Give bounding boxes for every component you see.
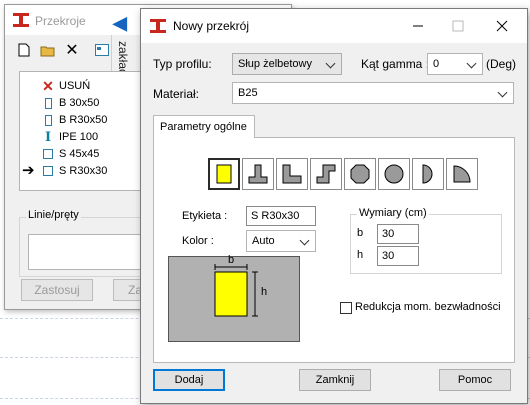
rectangle-shape-icon (216, 164, 232, 184)
shape-tee-button[interactable] (242, 158, 274, 190)
dimensions-group: Wymiary (cm) b 30 h 30 (350, 207, 502, 274)
list-item-label: S R30x30 (59, 165, 108, 177)
b-input-value: 30 (382, 228, 395, 240)
column-square-icon (42, 147, 54, 161)
h-input-value: 30 (382, 250, 395, 262)
column-square-icon (42, 164, 54, 178)
inertia-reduction-label: Redukcja mom. bezwładności (355, 301, 501, 313)
beam-rect-icon (42, 96, 54, 110)
chevron-down-icon (468, 60, 476, 68)
list-item[interactable]: I IPE 100 (42, 129, 98, 145)
delete-icon[interactable]: ✕ (63, 41, 81, 59)
shape-octagon-button[interactable] (344, 158, 376, 190)
octagon-shape-icon (350, 164, 370, 184)
list-item-label: B R30x50 (59, 114, 108, 126)
list-item-label: USUŃ (59, 80, 91, 92)
list-item[interactable]: B R30x50 (42, 112, 107, 128)
apply-button[interactable]: Zastosuj (21, 279, 93, 301)
general-parameters-panel: Etykieta : S R30x30 Kolor : Auto Wymiary… (153, 137, 515, 363)
half-circle-shape-icon (422, 164, 433, 184)
app-logo-icon (150, 19, 166, 33)
b-label: b (357, 227, 364, 239)
close-button[interactable]: Zamknij (299, 369, 371, 391)
inertia-reduction-checkbox[interactable] (340, 302, 352, 314)
open-folder-icon[interactable] (39, 41, 57, 59)
current-item-arrow-icon: ➔ (22, 162, 35, 179)
list-item[interactable]: S 45x45 (42, 146, 99, 162)
dialog-titlebar: Nowy przekrój (141, 9, 527, 43)
section-preview: b h (168, 254, 300, 342)
quarter-circle-shape-icon (453, 165, 471, 183)
label-input[interactable]: S R30x30 (246, 206, 316, 226)
color-caption: Kolor : (182, 235, 214, 247)
circle-shape-icon (384, 164, 404, 184)
material-select[interactable]: B25 (232, 82, 514, 104)
sections-window-title: Przekroje (35, 14, 86, 28)
profile-type-select[interactable]: Słup żelbetowy (232, 53, 342, 75)
list-item-label: B 30x50 (59, 97, 100, 109)
b-input[interactable]: 30 (377, 224, 419, 244)
chevron-down-icon (301, 237, 309, 245)
tee-shape-icon (248, 164, 268, 184)
tab-general-label: Parametry ogólne (160, 121, 247, 133)
gamma-unit: (Deg) (486, 57, 517, 71)
shape-half-circle-button[interactable] (412, 158, 444, 190)
beam-rect-icon (42, 113, 54, 127)
back-arrow-icon[interactable]: ◀ (113, 13, 127, 34)
i-beam-icon: I (44, 129, 52, 145)
h-input[interactable]: 30 (377, 246, 419, 266)
list-item[interactable]: B 30x50 (42, 95, 99, 111)
list-item[interactable]: ✕ USUŃ (42, 78, 90, 94)
dialog-title: Nowy przekrój (173, 19, 250, 33)
new-section-dialog: Nowy przekrój Typ profilu: Słup żelbetow… (140, 8, 528, 404)
close-icon[interactable] (491, 16, 513, 36)
delete-x-icon: ✕ (42, 77, 54, 94)
list-item[interactable]: S R30x30 (42, 163, 107, 179)
list-item-label: S 45x45 (59, 148, 100, 160)
profile-type-label: Typ profilu: (153, 57, 212, 71)
add-button[interactable]: Dodaj (153, 369, 225, 391)
chevron-down-icon (499, 89, 507, 97)
chevron-down-icon (327, 60, 335, 68)
gamma-label: Kąt gamma : (361, 57, 430, 71)
gamma-value: 0 (433, 58, 440, 70)
material-value: B25 (238, 87, 258, 99)
help-button[interactable]: Pomoc (439, 369, 511, 391)
preview-b-label: b (228, 254, 235, 266)
minimize-icon[interactable] (407, 16, 429, 36)
color-select[interactable]: Auto (246, 230, 316, 252)
lines-bars-label: Linie/pręty (26, 209, 81, 221)
zee-shape-icon (316, 164, 336, 184)
h-label: h (357, 249, 364, 261)
gamma-select[interactable]: 0 (427, 53, 483, 75)
tab-general-parameters[interactable]: Parametry ogólne (153, 115, 255, 138)
shape-quarter-circle-button[interactable] (446, 158, 478, 190)
new-file-icon[interactable] (15, 41, 33, 59)
shape-circle-button[interactable] (378, 158, 410, 190)
label-caption: Etykieta : (182, 210, 228, 222)
shape-rectangle-button[interactable] (208, 158, 240, 190)
app-logo-icon (13, 13, 29, 27)
label-input-value: S R30x30 (251, 210, 300, 222)
shape-zee-button[interactable] (310, 158, 342, 190)
preview-h-label: h (261, 286, 268, 298)
angle-shape-icon (282, 164, 302, 184)
profile-type-value: Słup żelbetowy (238, 58, 312, 70)
properties-icon[interactable] (93, 41, 111, 59)
shape-angle-button[interactable] (276, 158, 308, 190)
dimensions-group-label: Wymiary (cm) (357, 207, 429, 219)
list-item-label: IPE 100 (59, 131, 99, 143)
maximize-icon (447, 16, 469, 36)
color-value: Auto (252, 235, 275, 247)
material-label: Materiał: (153, 87, 200, 101)
